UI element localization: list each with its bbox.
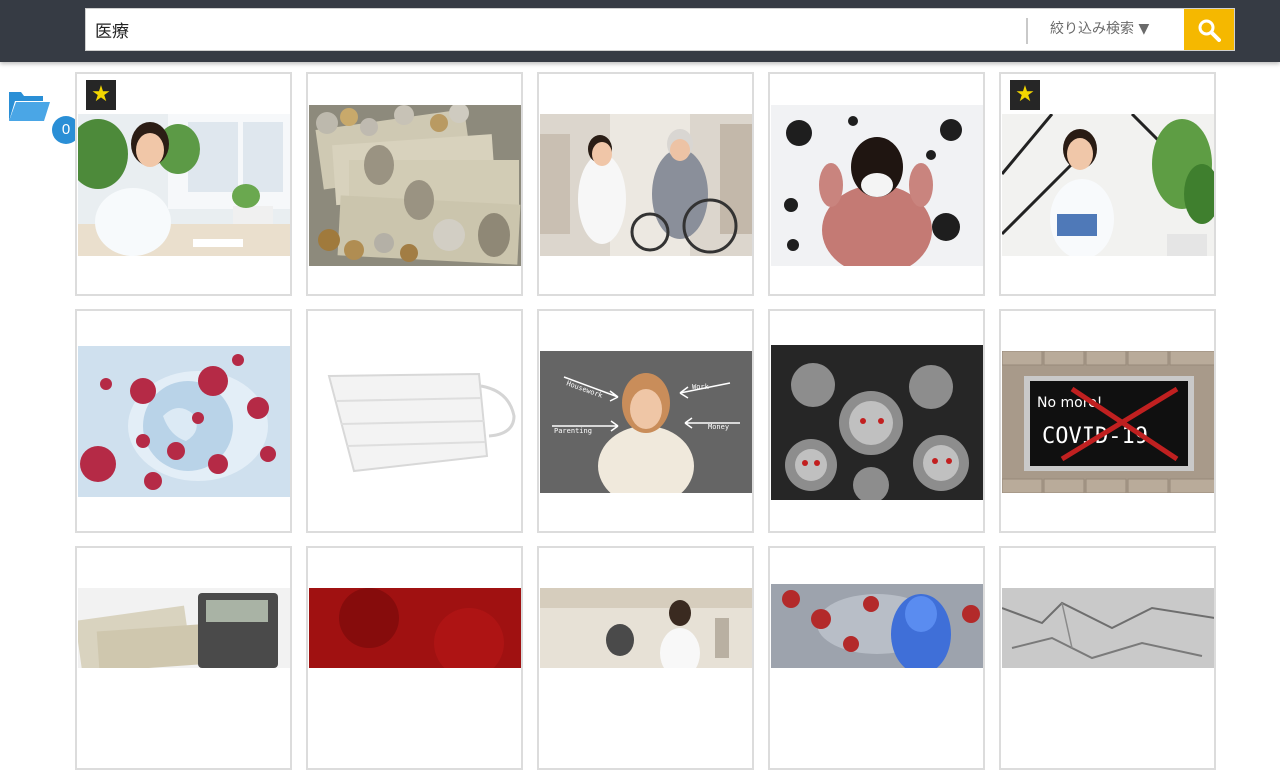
image-card[interactable] [537,72,754,296]
image-thumbnail [309,588,521,668]
search-box: 絞り込み検索 ▼ [85,8,1235,51]
image-card[interactable] [306,309,523,533]
image-card[interactable]: Housework Work Parenting Money [537,309,754,533]
image-card[interactable]: ★ [999,72,1216,296]
search-input[interactable] [86,9,1021,50]
image-card[interactable]: ★ [75,72,292,296]
image-card[interactable]: No more! COVID-19 [999,309,1216,533]
image-card[interactable] [306,72,523,296]
star-icon[interactable]: ★ [86,80,116,110]
image-card[interactable] [537,546,754,770]
image-thumbnail [309,105,521,266]
image-card[interactable] [999,546,1216,770]
image-thumbnail [78,114,290,256]
image-card[interactable] [75,309,292,533]
image-thumbnail [540,588,752,668]
filter-search-button[interactable]: 絞り込み検索 ▼ [1050,9,1149,50]
image-thumbnail [771,345,983,500]
image-thumbnail: No more! COVID-19 [1002,351,1214,493]
search-button[interactable] [1184,9,1234,50]
image-thumbnail [771,105,983,266]
image-thumbnail [78,346,290,497]
image-card[interactable] [306,546,523,770]
star-icon[interactable]: ★ [1010,80,1040,110]
image-thumbnail [540,114,752,256]
folder-icon[interactable] [7,87,51,125]
image-card[interactable] [768,72,985,296]
image-card[interactable] [768,309,985,533]
stress-label: Parenting [554,427,592,435]
search-divider [1026,18,1028,44]
stress-label: Money [708,423,729,431]
image-thumbnail [78,588,290,668]
image-thumbnail [1002,588,1214,668]
image-thumbnail [1002,114,1214,256]
search-icon [1198,19,1221,42]
top-bar: 絞り込み検索 ▼ [0,0,1280,62]
image-thumbnail [771,584,983,668]
image-thumbnail: Housework Work Parenting Money [540,351,752,493]
image-card[interactable] [75,546,292,770]
image-card[interactable] [768,546,985,770]
image-thumbnail [309,346,521,497]
